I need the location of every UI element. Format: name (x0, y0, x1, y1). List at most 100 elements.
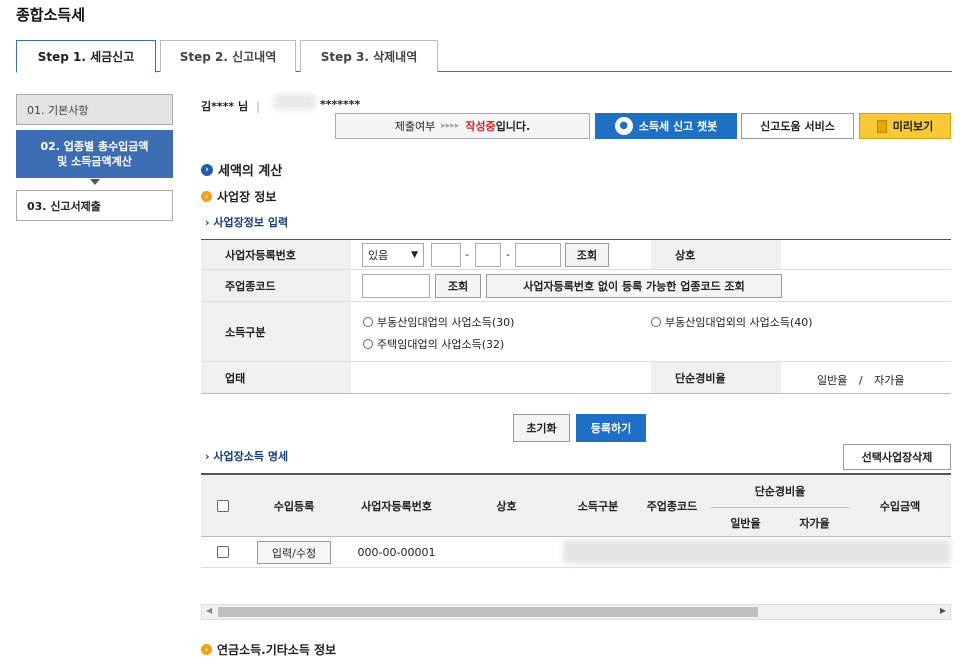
industry-lookup-no-bizno-button[interactable]: 사업자등록번호 없이 등록 가능한 업종코드 조회 (486, 274, 782, 298)
select-value: 있음 (368, 249, 389, 262)
industry-code-label: 주업종코드 (201, 270, 351, 301)
user-name: 김**** 님 (201, 100, 249, 113)
sidebar-item-submit[interactable]: 03. 신고서제출 (16, 190, 173, 221)
step-tabs: Step 1. 세금신고 Step 2. 신고내역 Step 3. 삭제내역 (16, 40, 952, 73)
chevron-right-icon: › (205, 216, 210, 229)
section-pension-info: › 연금소득.기타소득 정보 (201, 641, 336, 658)
reset-button[interactable]: 초기화 (513, 414, 570, 442)
sidebar-item-basic[interactable]: 01. 기본사항 (16, 94, 173, 125)
tab-step2[interactable]: Step 2. 신고내역 (160, 40, 296, 72)
bizno-field-1[interactable] (431, 243, 461, 267)
radio-icon (363, 339, 373, 349)
table-row: 입력/수정 000-00-00001 (201, 537, 951, 568)
arrow-left-icon[interactable]: ◀ (206, 606, 212, 615)
bizno-field-3[interactable] (515, 243, 561, 267)
subsection-business-input: › 사업장정보 입력 (205, 214, 288, 230)
chatbot-icon: ● (614, 117, 633, 135)
radio-option-32[interactable]: 주택임대업의 사업소득(32) (363, 336, 504, 352)
radio-option-30[interactable]: 부동산임대업의 사업소득(30) (363, 314, 514, 330)
industry-code-input[interactable] (362, 274, 430, 298)
radio-text: 주택임대업의 사업소득(32) (377, 338, 505, 351)
bizno-field-2[interactable] (475, 243, 501, 267)
general-rate: 일반율 (817, 374, 848, 387)
header-income-type: 소득구분 (577, 500, 619, 513)
edit-income-button[interactable]: 입력/수정 (257, 541, 331, 564)
header-select-all[interactable] (201, 475, 245, 537)
masked-row-data (563, 540, 951, 564)
header-bizno: 사업자등록번호 (361, 500, 432, 513)
bullet-icon: › (201, 644, 212, 655)
scrollbar-thumb[interactable] (218, 607, 758, 617)
section-tax-calc: › 세액의 계산 (201, 160, 282, 179)
register-button[interactable]: 등록하기 (576, 414, 646, 442)
rate-values: 일반율 / 자가율 (817, 372, 904, 388)
status-highlight: 작성중 (465, 120, 496, 133)
chatbot-label: 소득세 신고 챗봇 (638, 120, 718, 133)
preview-button[interactable]: 미리보기 (859, 113, 951, 139)
bizno-select[interactable]: 있음 ▼ (362, 243, 424, 267)
subsection-title: 사업장소득 명세 (213, 450, 289, 463)
row-bizno: 000-00-00001 (357, 546, 436, 559)
checkbox-icon (217, 500, 229, 512)
slash: / (858, 374, 863, 387)
arrow-right-icon: › (201, 163, 213, 176)
document-icon (876, 119, 887, 133)
preview-label: 미리보기 (892, 120, 934, 133)
radio-option-40[interactable]: 부동산임대업외의 사업소득(40) (651, 314, 813, 330)
dash: - (465, 248, 469, 261)
status-suffix: 입니다. (495, 120, 531, 133)
form-row-bizno: 사업자등록번호 있음 ▼ - - 조회 상호 (201, 240, 951, 270)
radio-text: 부동산임대업외의 사업소득(40) (665, 316, 813, 329)
tab-step3[interactable]: Step 3. 삭제내역 (300, 40, 438, 72)
chatbot-button[interactable]: ● 소득세 신고 챗봇 (595, 113, 737, 139)
header-simple-rate: 단순경비율 (711, 475, 849, 508)
industry-lookup-button[interactable]: 조회 (435, 274, 481, 298)
subsection-business-income-list: › 사업장소득 명세 (205, 448, 288, 464)
header-own-rate: 자가율 (799, 516, 830, 530)
business-type-label: 업태 (201, 362, 351, 393)
section-business-info: › 사업장 정보 (201, 188, 276, 205)
own-rate: 자가율 (874, 374, 905, 387)
radio-icon (363, 317, 373, 327)
tab-step1[interactable]: Step 1. 세금신고 (16, 40, 156, 73)
company-label: 상호 (651, 240, 781, 269)
header-general-rate: 일반율 (730, 516, 761, 530)
page-title: 종합소득세 (16, 6, 86, 24)
delete-selected-button[interactable]: 선택사업장삭제 (843, 444, 951, 470)
section-title: 사업장 정보 (217, 190, 277, 204)
row-checkbox[interactable] (217, 546, 229, 558)
header-industry-code: 주업종코드 (646, 500, 698, 513)
bizno-label: 사업자등록번호 (201, 240, 351, 269)
chevron-right-icon: › (205, 450, 210, 463)
sidebar-item-label: 및 소득금액계산 (57, 155, 132, 168)
checkbox-icon (217, 546, 229, 558)
list-table-header: 수입등록 사업자등록번호 상호 소득구분 주업종코드 단순경비율 일반율 자가율… (201, 473, 951, 537)
dash: - (506, 248, 510, 261)
section-title: 연금소득.기타소득 정보 (217, 643, 337, 657)
arrow-right-icon[interactable]: ▶ (940, 606, 946, 615)
radio-text: 부동산임대업의 사업소득(30) (377, 316, 515, 329)
subsection-title: 사업장정보 입력 (213, 216, 289, 229)
header-revenue: 수입금액 (879, 500, 921, 513)
sidebar-item-income-calc[interactable]: 02. 업종별 총수입금액 및 소득금액계산 (16, 130, 173, 178)
header-company: 상호 (496, 500, 517, 513)
user-id: ******* (320, 98, 361, 111)
form-row-income-type: 소득구분 부동산임대업의 사업소득(30) 부동산임대업외의 사업소득(40) … (201, 302, 951, 362)
status-prefix: 제출여부 (394, 120, 436, 133)
help-service-button[interactable]: 신고도움 서비스 (741, 113, 854, 139)
user-info: 김**** 님 | (201, 98, 264, 114)
form-row-business-type: 업태 단순경비율 일반율 / 자가율 (201, 362, 951, 394)
bizno-lookup-button[interactable]: 조회 (565, 243, 609, 267)
income-type-label: 소득구분 (201, 302, 351, 361)
radio-icon (651, 317, 661, 327)
form-row-industry: 주업종코드 조회 사업자등록번호 없이 등록 가능한 업종코드 조회 (201, 270, 951, 302)
chevron-down-icon (90, 179, 100, 185)
masked-info (274, 94, 316, 110)
sidebar-item-label: 02. 업종별 총수입금액 (40, 140, 149, 153)
horizontal-scrollbar[interactable]: ◀ ▶ (201, 604, 951, 620)
chevron-down-icon: ▼ (411, 250, 418, 260)
header-income-register: 수입등록 (273, 500, 315, 513)
arrows-icon: ▸▸▸▸ (441, 121, 460, 131)
simple-rate-label: 단순경비율 (651, 362, 781, 393)
bullet-icon: › (201, 191, 212, 202)
